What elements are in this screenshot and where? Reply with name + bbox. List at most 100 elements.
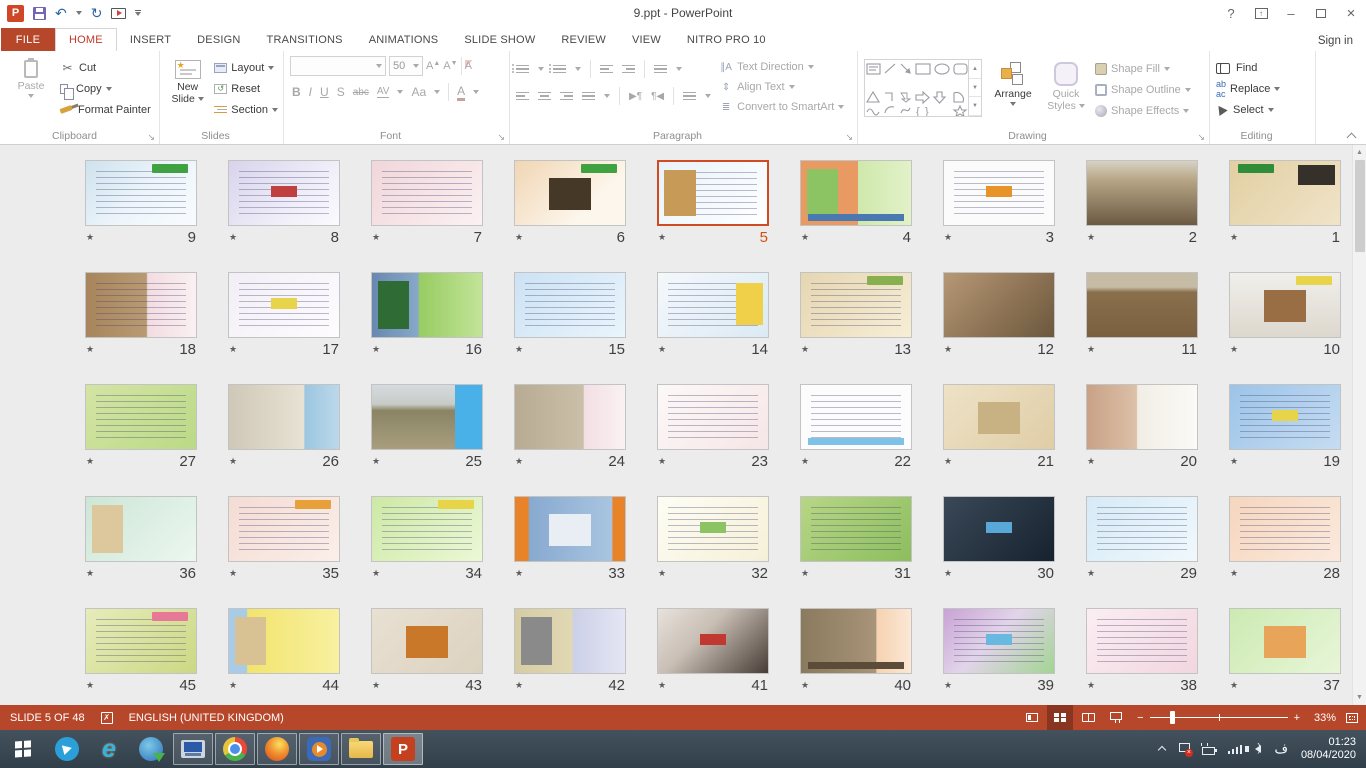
align-text-button[interactable]: ⇕Align Text — [719, 79, 844, 95]
drawing-dialog-launcher[interactable]: ↘ — [1197, 132, 1205, 142]
sign-in-link[interactable]: Sign in — [1318, 35, 1353, 47]
rtl-direction-button[interactable]: ¶◀ — [651, 91, 664, 102]
slide-thumbnail-21[interactable] — [943, 384, 1055, 450]
clipboard-dialog-launcher[interactable]: ↘ — [147, 132, 155, 142]
section-button[interactable]: Section — [214, 101, 278, 118]
align-left-button[interactable] — [516, 92, 529, 101]
arrange-button[interactable]: Arrange — [989, 56, 1037, 128]
text-direction-button[interactable]: ∥AText Direction — [719, 59, 844, 75]
quick-styles-button[interactable]: QuickStyles — [1044, 56, 1088, 128]
change-case-button[interactable]: Aa — [411, 85, 426, 99]
slide-thumbnail-39[interactable] — [943, 608, 1055, 674]
bullets-button[interactable] — [516, 65, 529, 74]
network-signal-icon[interactable] — [1228, 745, 1243, 754]
slide-thumbnail-25[interactable] — [371, 384, 483, 450]
decrease-indent-button[interactable] — [600, 65, 613, 74]
save-icon[interactable] — [33, 7, 46, 20]
clear-formatting-button[interactable]: A — [465, 60, 472, 72]
slide-thumbnail-26[interactable] — [228, 384, 340, 450]
find-button[interactable]: Find — [1216, 59, 1310, 76]
bold-button[interactable]: B — [292, 85, 301, 99]
vertical-scrollbar[interactable]: ▲ ▼ — [1352, 145, 1366, 705]
taskbar-clock[interactable]: 01:23 08/04/2020 — [1301, 736, 1356, 762]
align-right-button[interactable] — [560, 92, 573, 101]
normal-view-button[interactable] — [1019, 705, 1045, 730]
taskbar-media-player[interactable] — [299, 733, 339, 765]
slide-thumbnail-17[interactable] — [228, 272, 340, 338]
slide-thumbnail-11[interactable] — [1086, 272, 1198, 338]
zoom-percentage[interactable]: 33% — [1308, 712, 1336, 724]
slide-thumbnail-5[interactable] — [657, 160, 769, 226]
taskbar-telegram[interactable] — [47, 733, 87, 765]
slide-thumbnail-19[interactable] — [1229, 384, 1341, 450]
font-name-combobox[interactable] — [290, 56, 386, 76]
justify-button[interactable] — [582, 92, 595, 101]
slide-thumbnail-37[interactable] — [1229, 608, 1341, 674]
slide-thumbnail-35[interactable] — [228, 496, 340, 562]
slide-sorter-view-button[interactable] — [1047, 705, 1073, 730]
shape-fill-button[interactable]: Shape Fill — [1095, 60, 1191, 77]
taskbar-internet-explorer[interactable]: e — [89, 733, 129, 765]
strikethrough-button[interactable]: abc — [353, 87, 369, 98]
slide-thumbnail-3[interactable] — [943, 160, 1055, 226]
gallery-up-icon[interactable]: ▲ — [969, 60, 981, 79]
slide-thumbnail-9[interactable] — [85, 160, 197, 226]
convert-smartart-button[interactable]: ≣Convert to SmartArt — [719, 99, 844, 115]
numbering-button[interactable] — [553, 65, 566, 74]
slide-thumbnail-40[interactable] — [800, 608, 912, 674]
line-spacing-button[interactable] — [654, 65, 667, 74]
slide-thumbnail-18[interactable] — [85, 272, 197, 338]
help-button[interactable]: ? — [1216, 0, 1246, 26]
tab-file[interactable]: FILE — [1, 28, 55, 51]
zoom-in-button[interactable]: + — [1294, 712, 1300, 724]
redo-icon[interactable]: ↻ — [91, 6, 103, 20]
slide-thumbnail-15[interactable] — [514, 272, 626, 338]
format-painter-button[interactable]: Format Painter — [60, 101, 151, 118]
paragraph-dialog-launcher[interactable]: ↘ — [845, 132, 853, 142]
taskbar-file-explorer[interactable] — [341, 733, 381, 765]
slide-thumbnail-4[interactable] — [800, 160, 912, 226]
taskbar-chrome[interactable] — [215, 733, 255, 765]
slide-thumbnail-23[interactable] — [657, 384, 769, 450]
italic-button[interactable]: I — [309, 85, 312, 99]
taskbar-powerpoint-active[interactable]: P — [383, 733, 423, 765]
reset-button[interactable]: ↺Reset — [214, 80, 278, 97]
tab-view[interactable]: VIEW — [619, 28, 674, 51]
tab-transitions[interactable]: TRANSITIONS — [254, 28, 356, 51]
shape-outline-button[interactable]: Shape Outline — [1095, 81, 1191, 98]
start-from-beginning-icon[interactable] — [111, 8, 126, 19]
battery-icon[interactable] — [1202, 747, 1215, 755]
undo-icon[interactable]: ↶ — [55, 6, 67, 20]
undo-dropdown-caret-icon[interactable] — [76, 11, 82, 15]
zoom-out-button[interactable]: − — [1137, 712, 1143, 724]
tab-home[interactable]: HOME — [55, 28, 117, 51]
scroll-down-icon[interactable]: ▼ — [1353, 690, 1366, 705]
slide-thumbnail-45[interactable] — [85, 608, 197, 674]
tab-review[interactable]: REVIEW — [548, 28, 619, 51]
align-center-button[interactable] — [538, 92, 551, 101]
slide-thumbnail-12[interactable] — [943, 272, 1055, 338]
font-dialog-launcher[interactable]: ↘ — [497, 132, 505, 142]
slide-thumbnail-42[interactable] — [514, 608, 626, 674]
scroll-up-icon[interactable]: ▲ — [1353, 145, 1366, 160]
slide-thumbnail-30[interactable] — [943, 496, 1055, 562]
tab-nitro-pro[interactable]: NITRO PRO 10 — [674, 28, 779, 51]
language-indicator[interactable]: ENGLISH (UNITED KINGDOM) — [129, 712, 284, 724]
copy-button[interactable]: Copy — [60, 80, 151, 97]
ribbon-display-options-button[interactable]: ↑ — [1246, 0, 1276, 26]
grow-font-button[interactable]: A▲ — [426, 60, 440, 72]
slide-thumbnail-16[interactable] — [371, 272, 483, 338]
increase-indent-button[interactable] — [622, 65, 635, 74]
tab-design[interactable]: DESIGN — [184, 28, 253, 51]
action-center-flag-icon[interactable] — [1179, 743, 1189, 755]
zoom-slider[interactable] — [1150, 717, 1288, 718]
shrink-font-button[interactable]: A▼ — [443, 60, 457, 72]
volume-icon[interactable] — [1255, 745, 1261, 753]
slide-thumbnail-44[interactable] — [228, 608, 340, 674]
columns-button[interactable] — [683, 92, 696, 101]
slide-thumbnail-31[interactable] — [800, 496, 912, 562]
slide-thumbnail-1[interactable] — [1229, 160, 1341, 226]
slide-thumbnail-43[interactable] — [371, 608, 483, 674]
input-language-indicator[interactable]: ف — [1274, 741, 1287, 757]
slide-thumbnail-6[interactable] — [514, 160, 626, 226]
